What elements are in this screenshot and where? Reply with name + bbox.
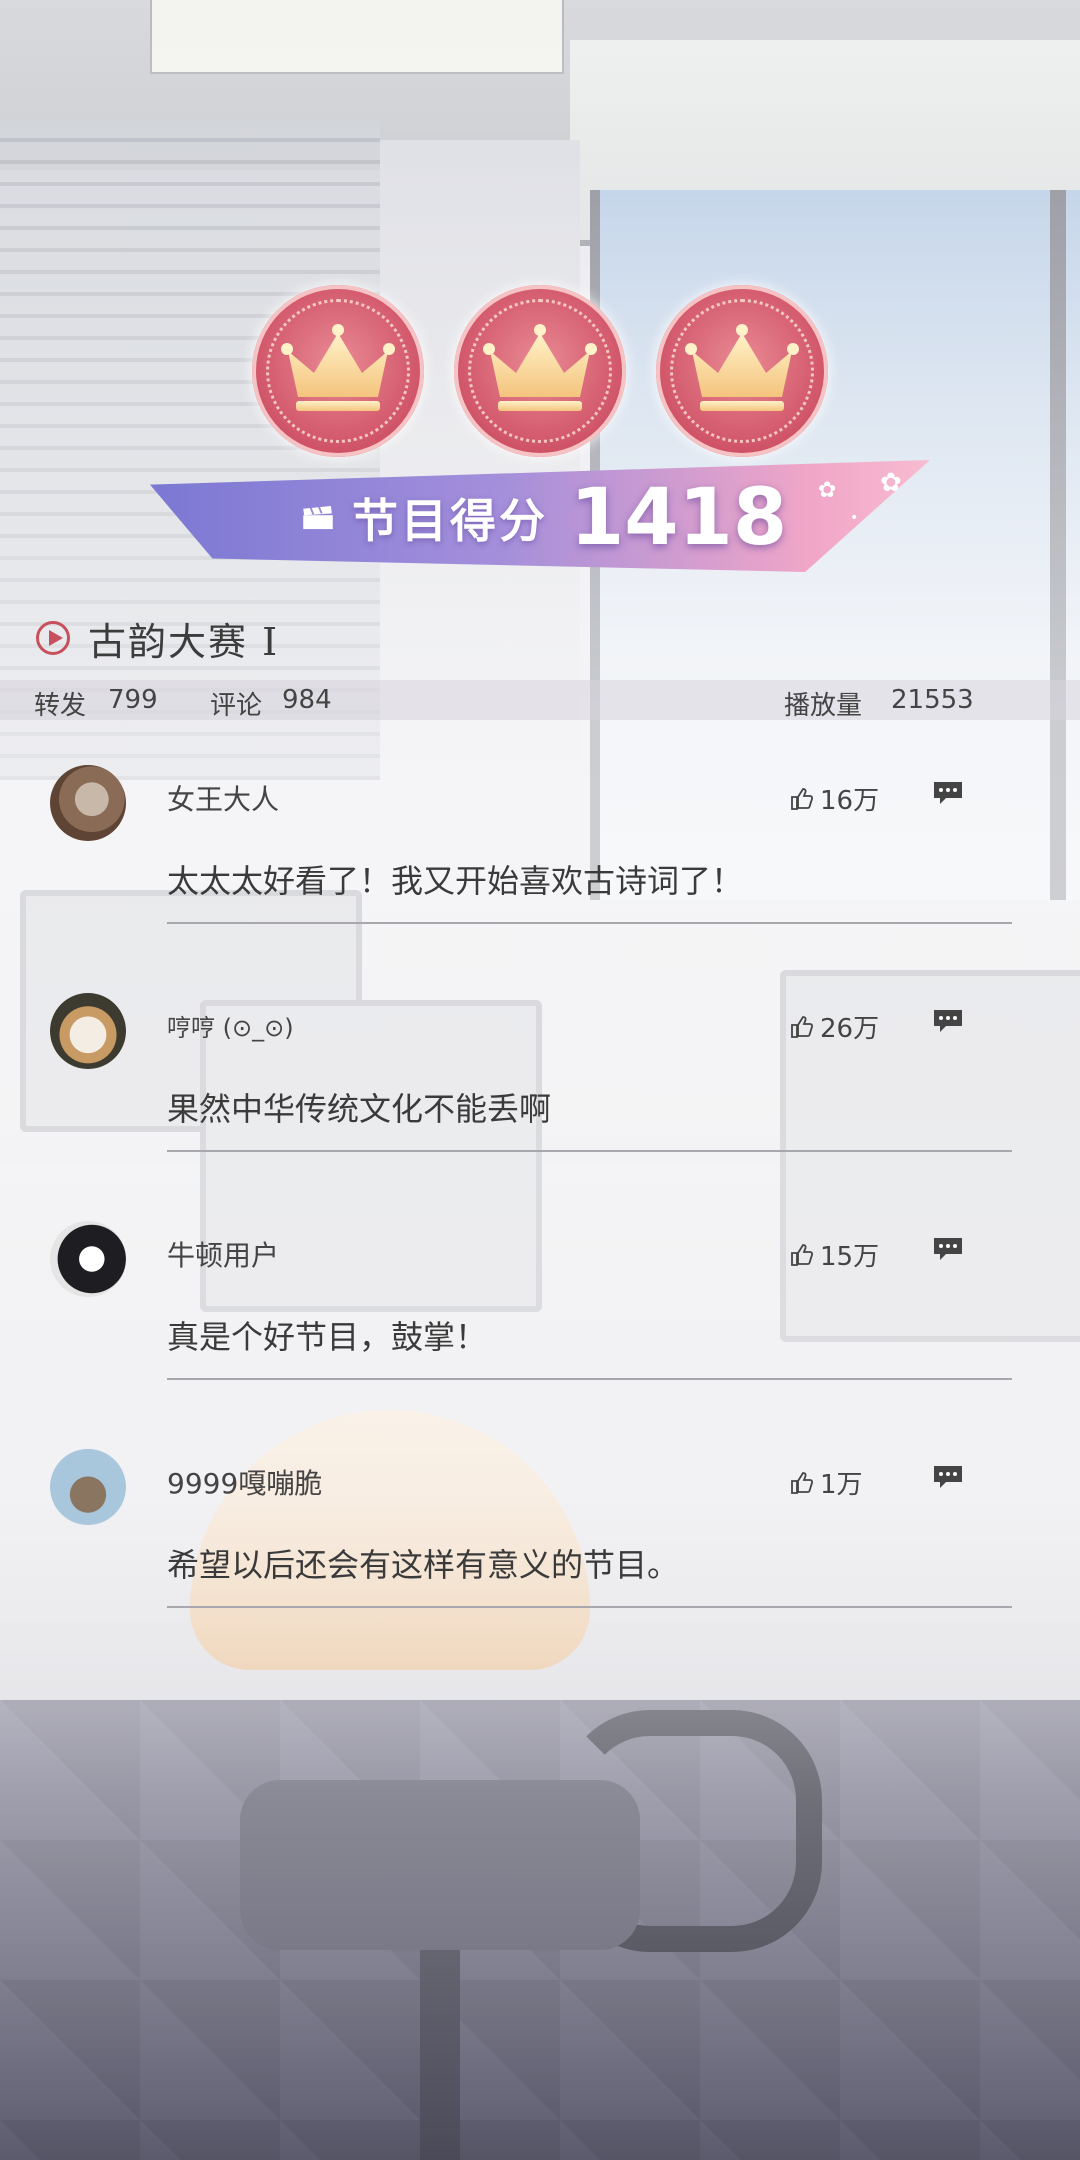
score-label: 节目得分 — [352, 494, 548, 548]
crown-icon — [281, 324, 395, 411]
reply-icon[interactable] — [932, 1236, 964, 1262]
views-label: 播放量 — [784, 691, 863, 721]
comment-text: 希望以后还会有这样有意义的节目。 — [167, 1546, 680, 1584]
sparkle-icon: ✿ — [818, 478, 837, 503]
comment-username[interactable]: 9999嘎嘣脆 — [167, 1462, 322, 1502]
comment-count: 984 — [282, 685, 332, 715]
stats-bar: 转发 799 评论 984 播放量 21553 — [0, 680, 1080, 721]
like-button[interactable]: 1万 — [790, 1464, 863, 1501]
comment-item: 哼哼 (⊙_⊙) 26万 果然中华传统文化不能丢啊 — [0, 968, 1080, 1196]
reply-icon[interactable] — [932, 780, 964, 806]
like-count: 1万 — [820, 1470, 863, 1500]
crown-icon — [483, 324, 597, 411]
divider — [167, 1378, 1012, 1380]
comment-label: 评论 — [210, 691, 263, 721]
crown-medal-icon — [454, 285, 626, 457]
thumbs-up-icon — [791, 1243, 814, 1266]
avatar[interactable] — [50, 1449, 126, 1525]
comment-text: 真是个好节目，鼓掌！ — [167, 1318, 488, 1356]
comment-item: 9999嘎嘣脆 1万 希望以后还会有这样有意义的节目。 — [0, 1424, 1080, 1652]
score-value: 1418 — [570, 473, 788, 563]
like-count: 16万 — [820, 786, 880, 816]
crown-icon — [685, 324, 799, 411]
sparkle-icon: • — [850, 510, 859, 526]
avatar[interactable] — [50, 993, 126, 1069]
avatar[interactable] — [50, 765, 126, 841]
score-row: 节目得分 1418 — [300, 473, 787, 563]
sparkle-icon: ✿ — [880, 468, 902, 498]
comment-username[interactable]: 牛顿用户 — [167, 1234, 279, 1274]
crown-rating — [250, 285, 830, 465]
comment-item: 女王大人 16万 太太太好看了！我又开始喜欢古诗词了！ — [0, 740, 1080, 968]
comment-text: 太太太好看了！我又开始喜欢古诗词了！ — [167, 862, 744, 900]
crown-medal-icon — [656, 285, 828, 457]
repost-label: 转发 — [34, 691, 87, 721]
like-count: 26万 — [820, 1014, 880, 1044]
divider — [167, 1150, 1012, 1152]
like-button[interactable]: 26万 — [790, 1008, 879, 1045]
comment-username[interactable]: 女王大人 — [167, 778, 279, 818]
divider — [167, 922, 1012, 924]
comment-username[interactable]: 哼哼 (⊙_⊙) — [167, 1008, 294, 1043]
clapperboard-icon — [303, 506, 333, 530]
like-button[interactable]: 15万 — [790, 1236, 879, 1273]
views-count: 21553 — [891, 685, 974, 715]
reply-icon[interactable] — [932, 1008, 964, 1034]
divider — [167, 1606, 1012, 1608]
like-button[interactable]: 16万 — [790, 780, 879, 817]
program-header[interactable]: 古韵大赛 I — [36, 610, 279, 666]
thumbs-up-icon — [791, 1471, 814, 1494]
avatar[interactable] — [50, 1221, 126, 1297]
like-count: 15万 — [820, 1242, 880, 1272]
program-title: 古韵大赛 I — [88, 619, 280, 664]
crown-medal-icon — [252, 285, 424, 457]
thumbs-up-icon — [791, 787, 814, 810]
repost-count: 799 — [108, 685, 158, 715]
play-icon[interactable] — [36, 621, 70, 655]
comment-item: 牛顿用户 15万 真是个好节目，鼓掌！ — [0, 1196, 1080, 1424]
comment-text: 果然中华传统文化不能丢啊 — [167, 1090, 552, 1128]
thumbs-up-icon — [791, 1015, 814, 1038]
reply-icon[interactable] — [932, 1464, 964, 1490]
score-banner: 节目得分 1418 ✿ ✿ • — [150, 460, 930, 572]
